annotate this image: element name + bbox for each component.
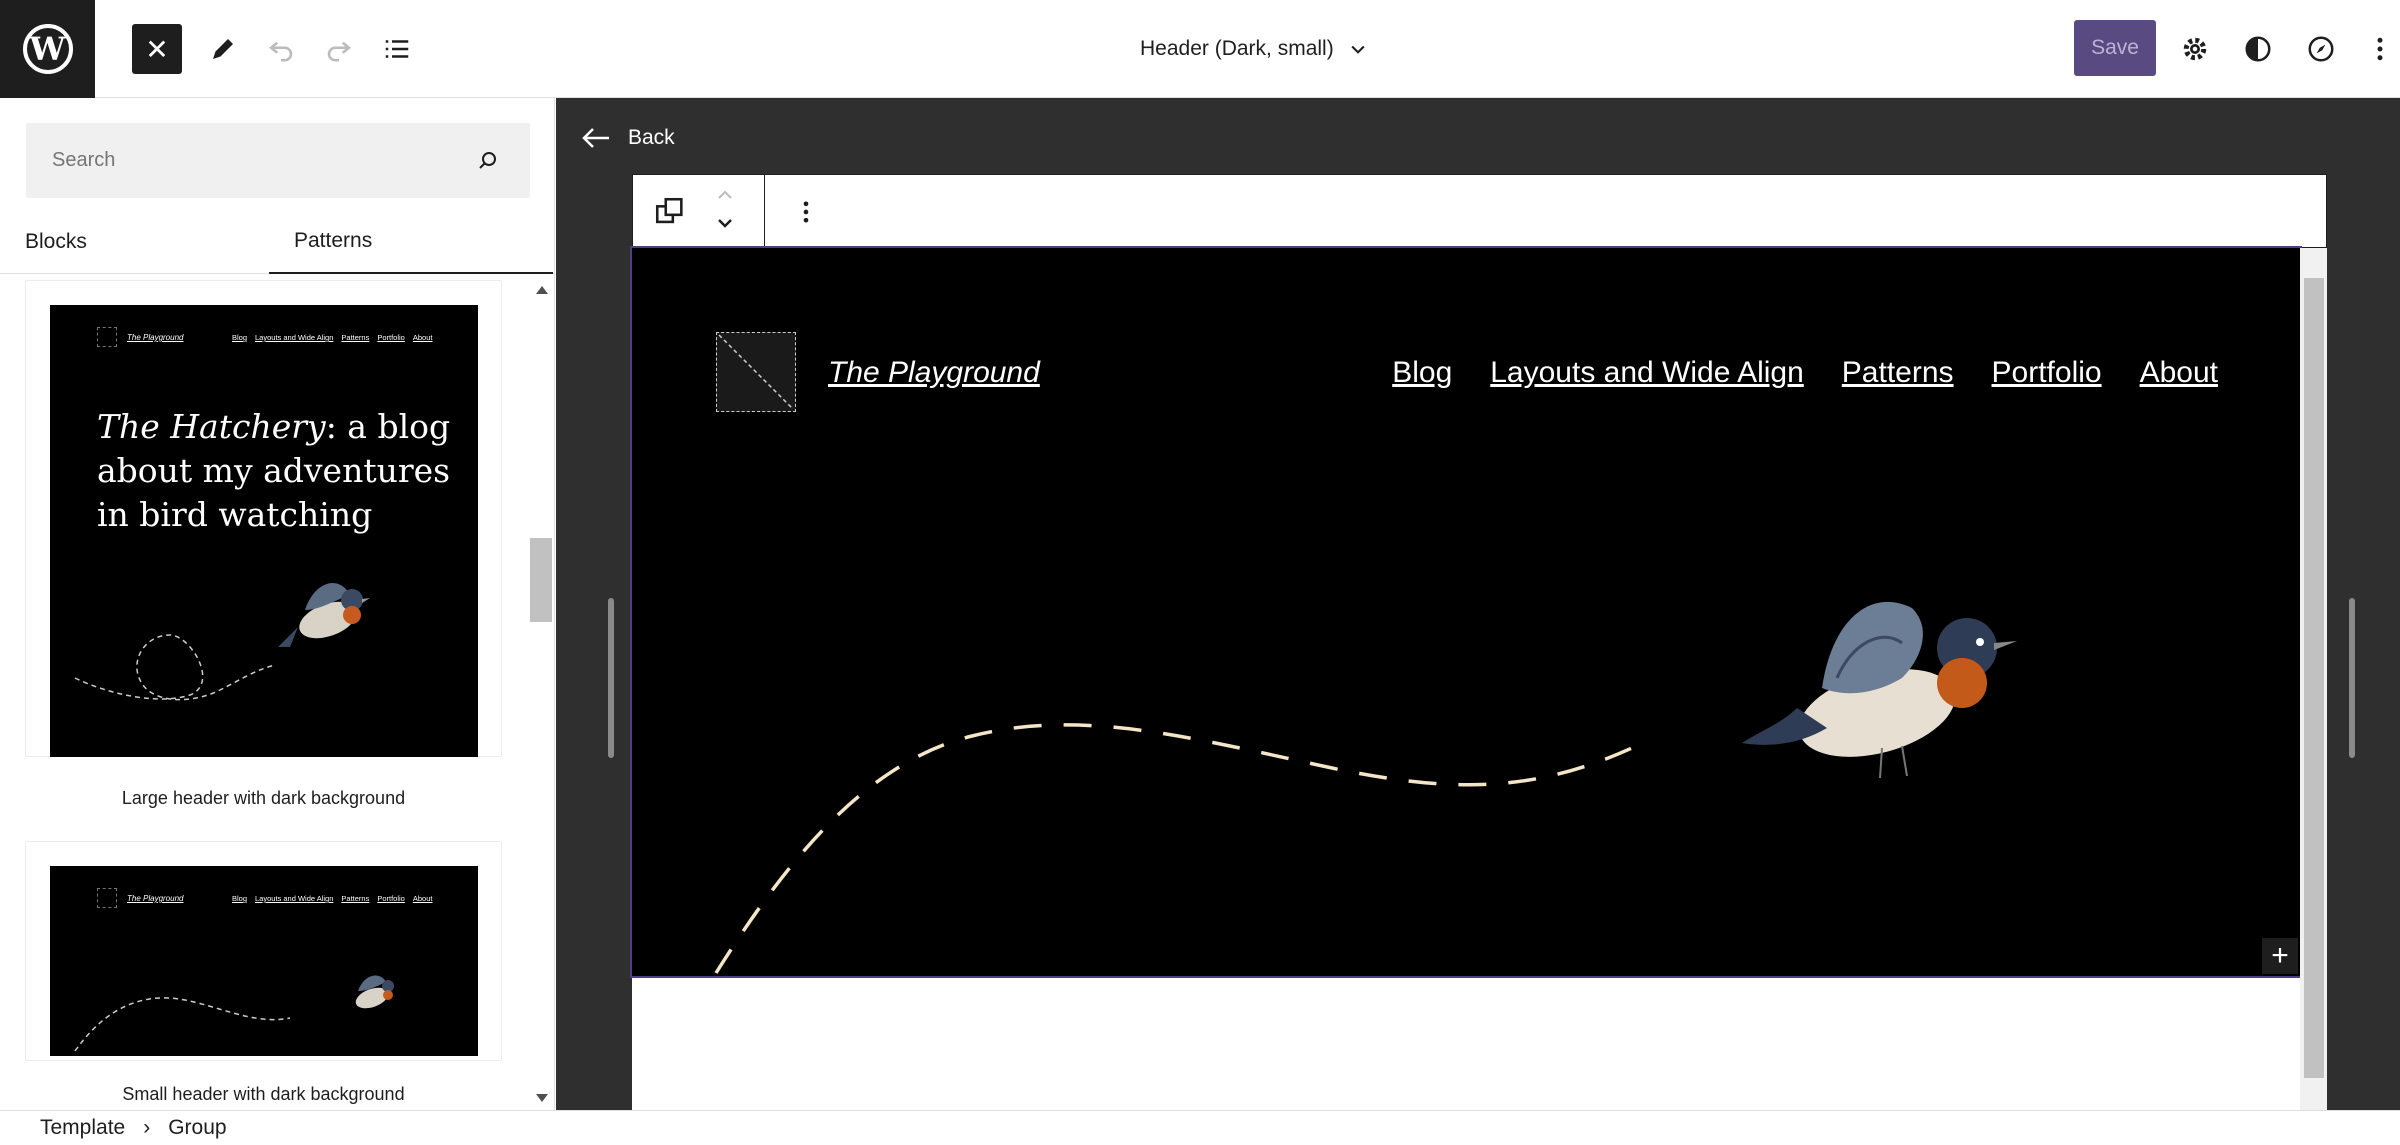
navigation-button[interactable] xyxy=(2296,24,2346,74)
add-block-button[interactable]: + xyxy=(2262,938,2298,974)
site-logo-placeholder[interactable] xyxy=(716,332,796,412)
settings-button[interactable] xyxy=(2170,24,2220,74)
scroll-up-arrow[interactable] xyxy=(536,286,548,294)
header-navigation: Blog Layouts and Wide Align Patterns Por… xyxy=(1392,356,2218,390)
pencil-icon xyxy=(213,39,233,59)
pattern-label: Large header with dark background xyxy=(121,788,406,808)
search-input[interactable]: Search xyxy=(26,123,530,198)
group-icon xyxy=(655,197,683,224)
list-view-icon xyxy=(385,40,409,58)
nav-item-portfolio[interactable]: Portfolio xyxy=(1992,356,2102,390)
save-button[interactable]: Save xyxy=(2074,20,2156,76)
chevron-up-icon xyxy=(718,190,732,199)
breadcrumb-item-group[interactable]: Group xyxy=(168,1116,226,1140)
breadcrumb-item-template[interactable]: Template xyxy=(40,1116,125,1140)
block-options-button[interactable] xyxy=(789,195,823,229)
nav-item-layouts[interactable]: Layouts and Wide Align xyxy=(1490,356,1804,390)
site-logo-placeholder xyxy=(97,327,117,347)
preview-nav-item: Patterns xyxy=(341,894,370,903)
bird-flight-illustration xyxy=(74,975,394,1052)
pattern-label: Small header with dark background xyxy=(122,1084,405,1104)
scrollbar-thumb[interactable] xyxy=(2304,278,2324,1078)
bird-flight-illustration xyxy=(714,601,2017,974)
preview-nav-item: Blog xyxy=(232,333,248,342)
close-icon: ✕ xyxy=(145,33,169,65)
preview-nav-item: Layouts and Wide Align xyxy=(255,894,334,903)
preview-site-title: The Playground xyxy=(127,333,184,342)
block-inserter-panel: Search Blocks Patterns The Playground Bl… xyxy=(0,98,555,1110)
contrast-icon xyxy=(2245,36,2271,62)
undo-button[interactable] xyxy=(256,24,306,74)
scrollbar-thumb[interactable] xyxy=(530,538,552,622)
wordpress-logo-button[interactable]: W xyxy=(0,0,95,98)
plus-icon: + xyxy=(2271,939,2289,972)
search-placeholder: Search xyxy=(52,149,116,171)
resize-handle-left[interactable] xyxy=(608,598,614,758)
preview-navigation: Blog Layouts and Wide Align Patterns Por… xyxy=(232,333,432,342)
preview-site-title: The Playground xyxy=(127,894,184,903)
preview-navigation: Blog Layouts and Wide Align Patterns Por… xyxy=(232,894,432,903)
bird-flight-illustration xyxy=(74,583,370,701)
pattern-card-large-dark-header[interactable]: The Playground Blog Layouts and Wide Ali… xyxy=(25,280,502,757)
pattern-card-small-dark-header[interactable]: The Playground Blog Layouts and Wide Ali… xyxy=(25,841,502,1061)
preview-nav-item: About xyxy=(412,333,433,342)
tools-button[interactable] xyxy=(198,24,248,74)
transform-block-button[interactable] xyxy=(653,195,687,229)
tab-patterns[interactable]: Patterns xyxy=(269,210,553,274)
nav-item-about[interactable]: About xyxy=(2140,356,2218,390)
site-title[interactable]: The Playground xyxy=(828,356,1040,390)
editor-canvas: Back The Playground Blog Layouts and Wid… xyxy=(556,98,2400,1110)
styles-button[interactable] xyxy=(2233,24,2283,74)
nav-item-patterns[interactable]: Patterns xyxy=(1842,356,1954,390)
document-overview-button[interactable] xyxy=(372,24,422,74)
close-inserter-button[interactable]: ✕ xyxy=(132,24,182,74)
document-title: Header (Dark, small) xyxy=(1140,37,1334,60)
frame-scrollbar[interactable] xyxy=(2300,248,2327,1110)
redo-button[interactable] xyxy=(314,24,364,74)
preview-nav-item: Patterns xyxy=(341,333,370,342)
breadcrumb: Template › Group xyxy=(0,1110,2400,1145)
toolbar-separator xyxy=(764,175,765,249)
template-preview-frame: The Playground Blog Layouts and Wide Ali… xyxy=(630,246,2327,1110)
chevron-down-icon xyxy=(718,219,732,228)
redo-icon xyxy=(327,41,352,62)
move-up-button[interactable] xyxy=(713,185,747,209)
compass-icon xyxy=(2308,36,2334,62)
more-vertical-icon xyxy=(2377,37,2383,61)
scroll-down-arrow[interactable] xyxy=(536,1094,548,1102)
arrow-left-icon xyxy=(582,128,609,148)
back-label: Back xyxy=(628,126,675,149)
preview-nav-item: Portfolio xyxy=(377,894,405,903)
inserter-tabs: Blocks Patterns xyxy=(0,210,554,274)
pattern-preview: The Playground Blog Layouts and Wide Ali… xyxy=(50,866,478,1056)
preview-nav-item: Layouts and Wide Align xyxy=(255,333,334,342)
nav-item-blog[interactable]: Blog xyxy=(1392,356,1452,390)
preview-nav-item: About xyxy=(412,894,433,903)
move-down-button[interactable] xyxy=(713,213,747,237)
tab-blocks[interactable]: Blocks xyxy=(25,210,87,274)
document-title-dropdown[interactable]: Header (Dark, small) xyxy=(1140,32,1368,66)
undo-icon xyxy=(268,41,293,62)
resize-handle-right[interactable] xyxy=(2349,598,2355,758)
preview-headline: The Hatchery: a blog about my adventures… xyxy=(97,405,457,537)
selected-group-block[interactable]: The Playground Blog Layouts and Wide Ali… xyxy=(630,246,2302,978)
chevron-down-icon xyxy=(1351,45,1365,54)
placeholder-diagonal-icon xyxy=(718,334,794,410)
preview-nav-item: Blog xyxy=(232,894,248,903)
site-logo-placeholder xyxy=(97,888,117,908)
editor-header: W ✕ Header (Dark, small) Save xyxy=(0,0,2400,98)
back-button[interactable]: Back xyxy=(582,126,675,150)
block-toolbar xyxy=(632,174,2327,249)
wordpress-icon: W xyxy=(22,24,73,74)
pattern-preview: The Playground Blog Layouts and Wide Ali… xyxy=(50,305,478,757)
more-vertical-icon xyxy=(803,201,809,223)
gear-icon xyxy=(2183,37,2207,61)
preview-headline-italic: The Hatchery xyxy=(97,407,326,446)
search-icon xyxy=(479,152,496,169)
options-menu-button[interactable] xyxy=(2360,24,2400,74)
chevron-right-icon: › xyxy=(143,1116,151,1139)
pattern-list: The Playground Blog Layouts and Wide Ali… xyxy=(0,276,530,1110)
preview-nav-item: Portfolio xyxy=(377,333,405,342)
sidebar-scrollbar[interactable] xyxy=(530,278,554,1110)
